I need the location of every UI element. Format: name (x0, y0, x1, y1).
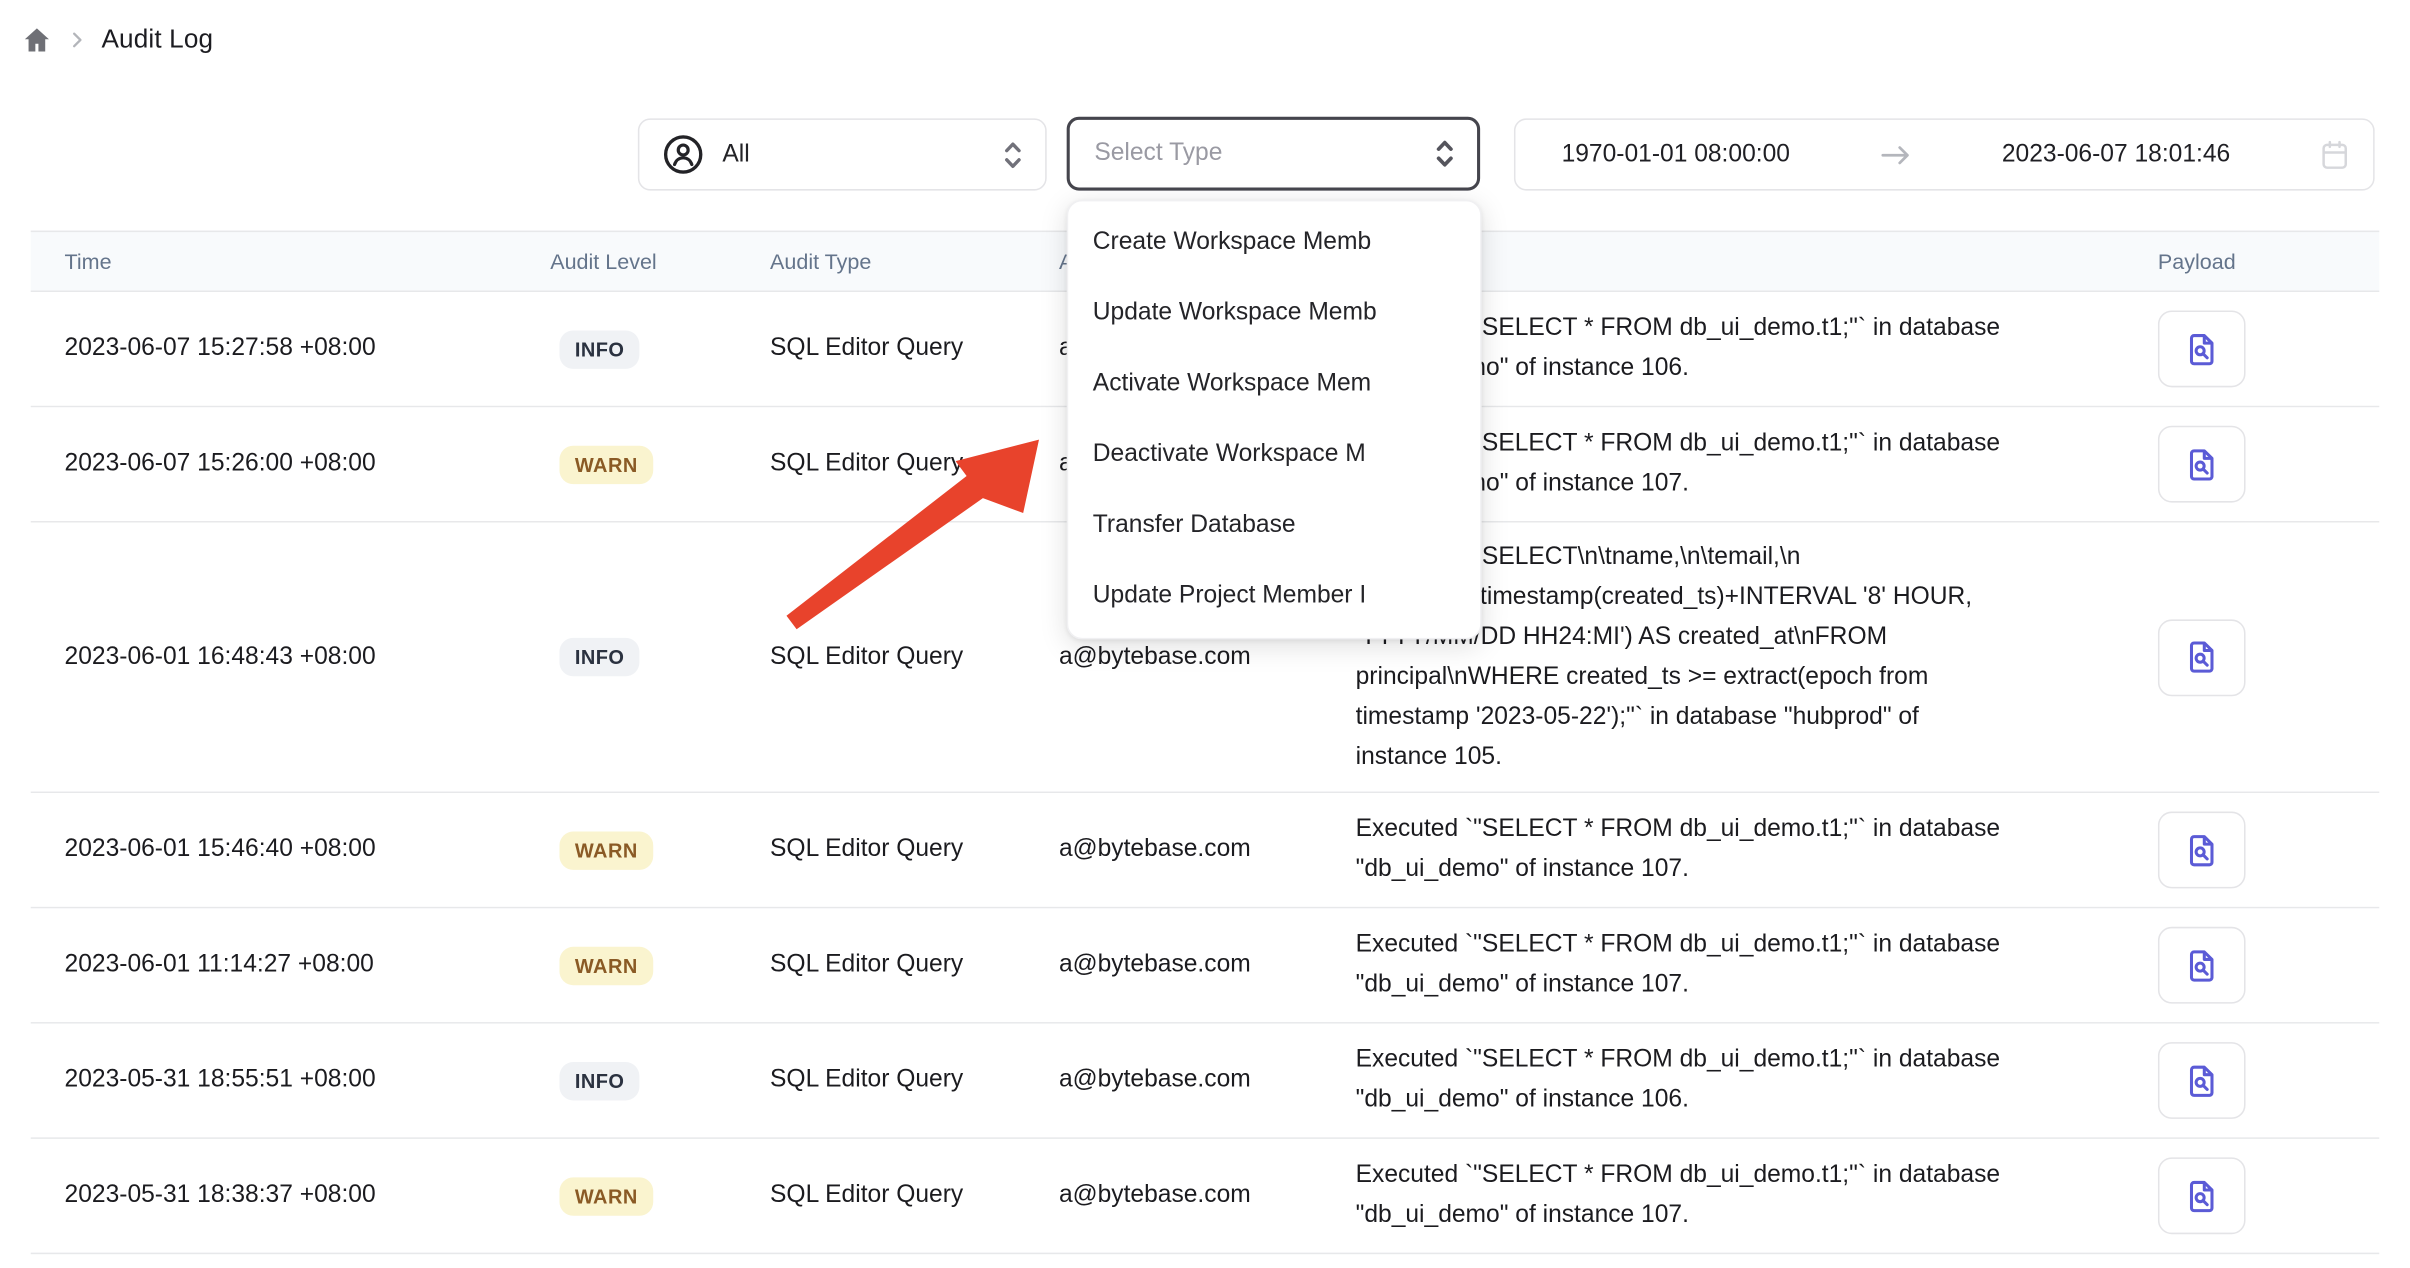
home-icon[interactable] (22, 25, 53, 56)
menu-item-create-workspace-member[interactable]: Create Workspace Memb (1068, 207, 1480, 278)
file-search-icon (2183, 831, 2221, 869)
actor-filter-value: All (722, 141, 983, 169)
actor-filter-select[interactable]: All (638, 118, 1047, 190)
audit-level-badge: WARN (559, 1177, 653, 1215)
arrow-right-icon (1881, 144, 1912, 166)
date-range-start: 1970-01-01 08:00:00 (1562, 141, 1790, 169)
table-row: 2023-06-01 15:46:40 +08:00 WARN SQL Edit… (31, 793, 2380, 908)
page-title: Audit Log (101, 25, 213, 56)
file-search-icon (2183, 445, 2221, 483)
chevron-right-icon (66, 29, 88, 51)
row-time: 2023-06-01 11:14:27 +08:00 (65, 951, 551, 979)
payload-view-button[interactable] (2158, 426, 2246, 503)
payload-view-button[interactable] (2158, 1042, 2246, 1119)
row-time: 2023-06-07 15:27:58 +08:00 (65, 335, 551, 363)
row-audit-type: SQL Editor Query (770, 951, 1059, 979)
col-header-audit-type: Audit Type (770, 249, 1059, 274)
file-search-icon (2183, 638, 2221, 676)
type-filter-placeholder: Select Type (1094, 140, 1418, 168)
payload-view-button[interactable] (2158, 927, 2246, 1004)
row-time: 2023-05-31 18:38:37 +08:00 (65, 1182, 551, 1210)
calendar-icon (2321, 139, 2349, 170)
row-audit-type: SQL Editor Query (770, 335, 1059, 363)
col-header-audit-level: Audit Level (550, 249, 770, 274)
file-search-icon (2183, 1177, 2221, 1215)
col-header-payload: Payload (2127, 249, 2379, 274)
row-actor: a@bytebase.com (1059, 836, 1356, 864)
type-filter-select[interactable]: Select Type (1067, 117, 1480, 191)
row-audit-type: SQL Editor Query (770, 450, 1059, 478)
row-actor: a@bytebase.com (1059, 1182, 1356, 1210)
row-actor: a@bytebase.com (1059, 1067, 1356, 1095)
row-time: 2023-06-01 16:48:43 +08:00 (65, 643, 551, 671)
type-select-dropdown-menu: Create Workspace Memb Update Workspace M… (1067, 200, 1482, 640)
audit-level-badge: INFO (559, 1061, 639, 1099)
payload-view-button[interactable] (2158, 812, 2246, 889)
menu-item-activate-workspace-member[interactable]: Activate Workspace Mem (1068, 349, 1480, 420)
menu-item-transfer-database[interactable]: Transfer Database (1068, 490, 1480, 561)
date-range-picker[interactable]: 1970-01-01 08:00:00 2023-06-07 18:01:46 (1514, 118, 2375, 190)
table-row: 2023-06-01 11:14:27 +08:00 WARN SQL Edit… (31, 908, 2380, 1023)
payload-view-button[interactable] (2158, 1157, 2246, 1234)
audit-level-badge: WARN (559, 831, 653, 869)
table-row: 2023-05-31 18:38:37 +08:00 WARN SQL Edit… (31, 1139, 2380, 1254)
file-search-icon (2183, 1061, 2221, 1099)
row-time: 2023-06-01 15:46:40 +08:00 (65, 836, 551, 864)
row-actor: a@bytebase.com (1059, 643, 1356, 671)
audit-log-page: Audit Log All Select Type 1970-01-01 08:… (0, 0, 2410, 1268)
person-circle-icon (662, 134, 703, 175)
file-search-icon (2183, 946, 2221, 984)
row-audit-type: SQL Editor Query (770, 1067, 1059, 1095)
menu-item-update-workspace-member[interactable]: Update Workspace Memb (1068, 278, 1480, 349)
audit-level-badge: INFO (559, 638, 639, 676)
row-comment: Executed `"SELECT * FROM db_ui_demo.t1;"… (1356, 810, 2128, 890)
audit-level-badge: WARN (559, 445, 653, 483)
menu-item-deactivate-workspace-member[interactable]: Deactivate Workspace M (1068, 420, 1480, 491)
row-audit-type: SQL Editor Query (770, 836, 1059, 864)
row-comment: Executed `"SELECT * FROM db_ui_demo.t1;"… (1356, 925, 2128, 1005)
breadcrumb: Audit Log (22, 25, 214, 56)
row-actor: a@bytebase.com (1059, 951, 1356, 979)
row-time: 2023-06-07 15:26:00 +08:00 (65, 450, 551, 478)
file-search-icon (2183, 330, 2221, 368)
row-audit-type: SQL Editor Query (770, 643, 1059, 671)
chevrons-up-down-icon (1434, 137, 1456, 171)
date-range-end: 2023-06-07 18:01:46 (2002, 141, 2230, 169)
audit-level-badge: WARN (559, 946, 653, 984)
row-time: 2023-05-31 18:55:51 +08:00 (65, 1067, 551, 1095)
row-comment: Executed `"SELECT * FROM db_ui_demo.t1;"… (1356, 1041, 2128, 1121)
payload-view-button[interactable] (2158, 619, 2246, 696)
payload-view-button[interactable] (2158, 310, 2246, 387)
col-header-time: Time (65, 249, 551, 274)
table-row: 2023-05-31 18:55:51 +08:00 INFO SQL Edit… (31, 1024, 2380, 1139)
chevrons-up-down-icon (1002, 138, 1024, 172)
menu-item-update-project-member[interactable]: Update Project Member I (1068, 561, 1480, 632)
row-comment: Executed `"SELECT * FROM db_ui_demo.t1;"… (1356, 1156, 2128, 1236)
row-audit-type: SQL Editor Query (770, 1182, 1059, 1210)
audit-level-badge: INFO (559, 330, 639, 368)
